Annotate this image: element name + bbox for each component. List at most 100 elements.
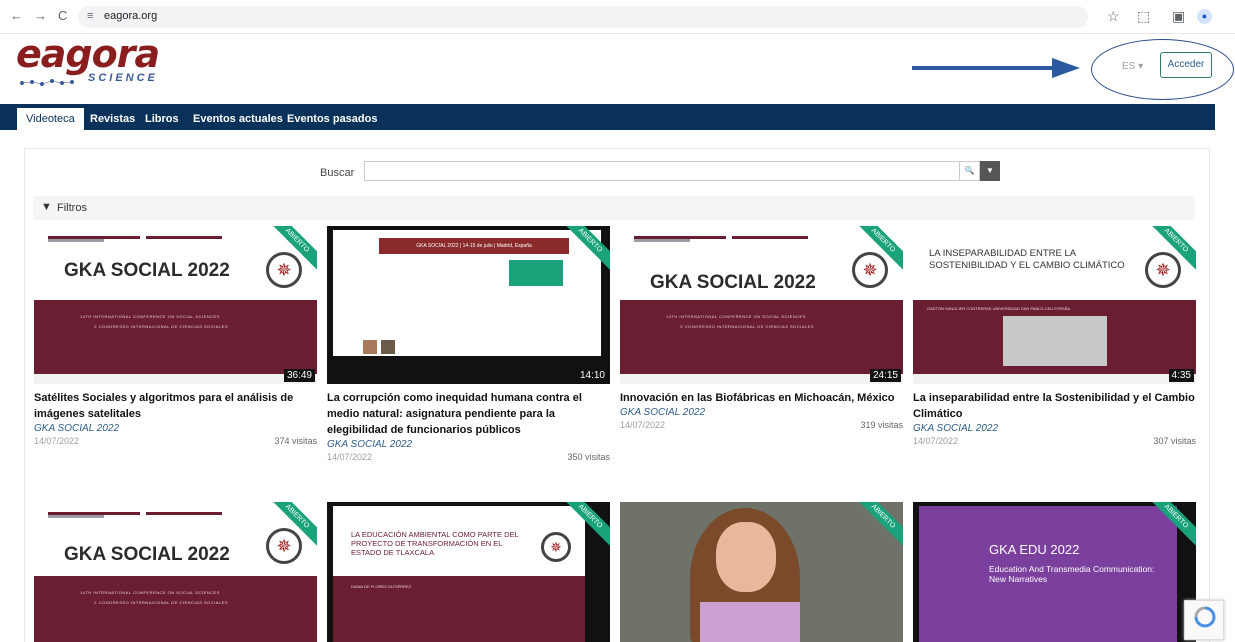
- thumb-line-1: 14TH INTERNATIONAL CONFERENCE ON SOCIAL …: [666, 314, 806, 319]
- thumb-line-1: 14TH INTERNATIONAL CONFERENCE ON SOCIAL …: [80, 590, 220, 595]
- ribbon-label: ABIERTO: [859, 226, 903, 270]
- video-thumbnail[interactable]: LA EDUCACIÓN AMBIENTAL COMO PARTE DEL PR…: [327, 502, 610, 642]
- slide-photo: [1003, 316, 1107, 366]
- video-duration: 14:10: [576, 369, 608, 382]
- tab-videoteca[interactable]: Videoteca: [17, 108, 84, 130]
- open-ribbon: ABIERTO: [1152, 502, 1196, 546]
- profile-avatar[interactable]: ●: [1197, 9, 1212, 24]
- video-visits: 319 visitas: [860, 420, 903, 430]
- video-thumbnail[interactable]: GKA SOCIAL 2022 ✵ 14TH INTERNATIONAL CON…: [620, 226, 903, 384]
- thumb-title: GKA EDU 2022: [989, 542, 1080, 557]
- thumb-line-2: X CONGRESSO INTERNACIONAL DE CIENCIAS SO…: [94, 600, 228, 605]
- video-duration: 36:49: [283, 369, 315, 382]
- open-ribbon: ABIERTO: [859, 502, 903, 546]
- recaptcha-badge[interactable]: [1184, 600, 1224, 640]
- tab-libros[interactable]: Libros: [145, 108, 179, 130]
- video-event[interactable]: GKA SOCIAL 2022: [913, 422, 1196, 436]
- video-title[interactable]: La inseparabilidad entre la Sostenibilid…: [913, 390, 1196, 422]
- video-event[interactable]: GKA SOCIAL 2022: [620, 406, 903, 420]
- funnel-icon: ▼: [41, 201, 52, 213]
- speaker-shirt: [700, 602, 800, 642]
- open-ribbon: ABIERTO: [1152, 226, 1196, 270]
- video-thumbnail[interactable]: GKA SOCIAL 2022 ✵ 14TH INTERNATIONAL CON…: [34, 502, 317, 642]
- annotation-arrow-icon: [912, 58, 1080, 78]
- video-card[interactable]: GKA SOCIAL 2022 ✵ 14TH INTERNATIONAL CON…: [620, 226, 903, 434]
- video-title[interactable]: Satélites Sociales y algoritmos para el …: [34, 390, 317, 422]
- logo-wordmark: eagora: [16, 32, 160, 76]
- thumb-decor-bars: [48, 236, 284, 242]
- video-meta: 14/07/2022 319 visitas: [620, 420, 903, 434]
- video-meta: 14/07/2022 374 visitas: [34, 436, 317, 450]
- slide-frame: GKA SOCIAL 2022 | 14-15 de julio | Madri…: [333, 230, 601, 356]
- reload-icon[interactable]: C: [58, 9, 67, 23]
- ribbon-label: ABIERTO: [566, 502, 610, 546]
- thumb-line-1: 14TH INTERNATIONAL CONFERENCE ON SOCIAL …: [80, 314, 220, 319]
- video-card[interactable]: LA EDUCACIÓN AMBIENTAL COMO PARTE DEL PR…: [327, 502, 610, 642]
- extensions-icon[interactable]: ⬚: [1137, 8, 1150, 24]
- open-ribbon: ABIERTO: [566, 502, 610, 546]
- video-card[interactable]: GKA SOCIAL 2022 ✵ 14TH INTERNATIONAL CON…: [34, 502, 317, 642]
- video-duration: 24:15: [869, 369, 901, 382]
- video-title[interactable]: Innovación en las Biofábricas en Michoac…: [620, 390, 903, 406]
- browser-toolbar: ← → C ≡ eagora.org ☆ ⬚ ▣ ●: [0, 0, 1235, 34]
- filters-label: Filtros: [57, 202, 87, 214]
- thumb-title: GKA SOCIAL 2022: [650, 272, 816, 293]
- ribbon-label: ABIERTO: [273, 226, 317, 270]
- tab-eventos-pasados[interactable]: Eventos pasados: [287, 108, 377, 130]
- video-thumbnail[interactable]: GKA EDU 2022 Education And Transmedia Co…: [913, 502, 1196, 642]
- search-input[interactable]: [364, 161, 960, 181]
- video-title[interactable]: La corrupción como inequidad humana cont…: [327, 390, 610, 438]
- speaker-face: [716, 522, 776, 592]
- video-duration: 4:35: [1168, 369, 1194, 382]
- video-card[interactable]: ABIERTO: [620, 502, 903, 642]
- video-card[interactable]: LA INSEPARABILIDAD ENTRE LA SOSTENIBILID…: [913, 226, 1196, 450]
- thumb-decor-bars: [48, 512, 284, 518]
- filters-toggle[interactable]: ▼ Filtros: [33, 196, 1195, 220]
- back-icon[interactable]: ←: [10, 9, 23, 23]
- video-thumbnail[interactable]: LA INSEPARABILIDAD ENTRE LA SOSTENIBILID…: [913, 226, 1196, 384]
- bookmark-star-icon[interactable]: ☆: [1107, 8, 1120, 24]
- video-event[interactable]: GKA SOCIAL 2022: [327, 438, 610, 452]
- open-ribbon: ABIERTO: [273, 226, 317, 270]
- video-card[interactable]: GKA EDU 2022 Education And Transmedia Co…: [913, 502, 1196, 642]
- video-date: 14/07/2022: [34, 436, 80, 446]
- video-card[interactable]: GKA SOCIAL 2022 ✵ 14TH INTERNATIONAL CON…: [34, 226, 317, 450]
- thumb-line-2: X CONGRESSO INTERNACIONAL DE CIENCIAS SO…: [680, 324, 814, 329]
- video-event[interactable]: GKA SOCIAL 2022: [34, 422, 317, 436]
- video-thumbnail[interactable]: GKA SOCIAL 2022 ✵ 14TH INTERNATIONAL CON…: [34, 226, 317, 384]
- thumb-subtitle: Education And Transmedia Communication: …: [989, 564, 1155, 584]
- video-date: 14/07/2022: [620, 420, 666, 430]
- search-icon[interactable]: 🔍: [960, 161, 980, 181]
- slide-frame: LA EDUCACIÓN AMBIENTAL COMO PARTE DEL PR…: [333, 506, 585, 642]
- language-selector[interactable]: ES ▾: [1122, 61, 1143, 72]
- video-visits: 374 visitas: [274, 436, 317, 446]
- open-ribbon: ABIERTO: [859, 226, 903, 270]
- tab-revistas[interactable]: Revistas: [90, 108, 135, 130]
- video-date: 14/07/2022: [913, 436, 959, 446]
- slide-frame: GKA EDU 2022 Education And Transmedia Co…: [919, 506, 1177, 642]
- thumb-banner: 14TH INTERNATIONAL CONFERENCE ON SOCIAL …: [34, 576, 317, 642]
- thumb-title: LA EDUCACIÓN AMBIENTAL COMO PARTE DEL PR…: [351, 530, 519, 557]
- thumb-title: LA INSEPARABILIDAD ENTRE LA SOSTENIBILID…: [929, 248, 1125, 271]
- thumb-footer: [620, 374, 903, 384]
- video-card[interactable]: GKA SOCIAL 2022 | 14-15 de julio | Madri…: [327, 226, 610, 466]
- tab-eventos-actuales[interactable]: Eventos actuales: [193, 108, 283, 130]
- site-settings-icon[interactable]: ≡: [87, 10, 93, 22]
- logo-dots-icon: [20, 79, 74, 86]
- thumb-banner: 14TH INTERNATIONAL CONFERENCE ON SOCIAL …: [34, 300, 317, 374]
- thumb-speaker: DIANA DE FLORES GUTIÉRREZ: [351, 584, 412, 589]
- video-thumbnail[interactable]: GKA SOCIAL 2022 | 14-15 de julio | Madri…: [327, 226, 610, 384]
- thumb-title: GKA SOCIAL 2022: [64, 260, 230, 281]
- thumb-banner: 14TH INTERNATIONAL CONFERENCE ON SOCIAL …: [620, 300, 903, 374]
- video-visits: 307 visitas: [1153, 436, 1196, 446]
- video-thumbnail[interactable]: ABIERTO: [620, 502, 903, 642]
- filter-dropdown-icon[interactable]: ▼: [980, 161, 1000, 181]
- login-button[interactable]: Acceder: [1160, 52, 1212, 78]
- forward-icon[interactable]: →: [34, 9, 47, 23]
- eagora-logo[interactable]: eagora SCIENCE: [16, 32, 176, 88]
- sidebar-icon[interactable]: ▣: [1172, 8, 1185, 24]
- url-text[interactable]: eagora.org: [104, 10, 157, 22]
- address-bar[interactable]: ≡ eagora.org: [78, 6, 1088, 28]
- ribbon-label: ABIERTO: [273, 502, 317, 546]
- slide-header: GKA SOCIAL 2022 | 14-15 de julio | Madri…: [379, 238, 569, 254]
